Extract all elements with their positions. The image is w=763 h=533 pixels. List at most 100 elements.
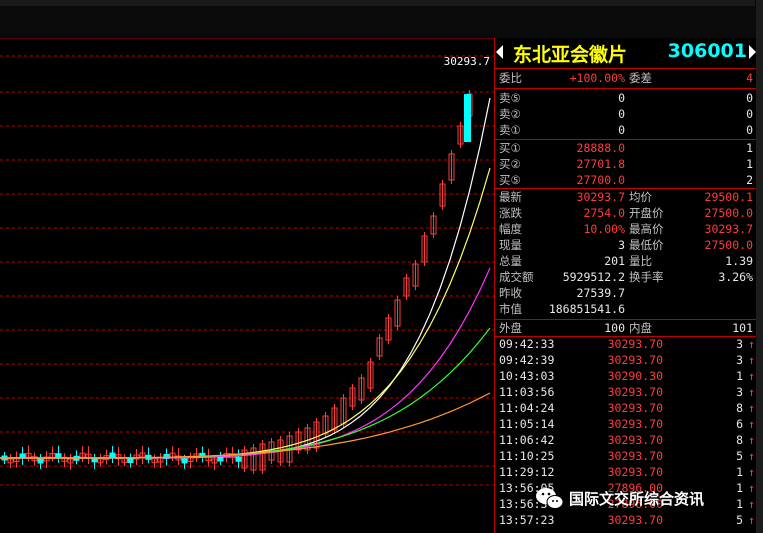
wechat-icon: [536, 488, 564, 509]
bid-volume: 1: [746, 141, 753, 155]
ask-row: 卖① 0 0: [495, 122, 757, 138]
bid-volume: 1: [746, 157, 753, 171]
tick-time: 11:10:25: [499, 449, 555, 463]
market-value-value: 186851541.6: [548, 302, 625, 316]
quote-value: 27500.0: [704, 238, 753, 252]
quote-label: 涨跌: [499, 206, 522, 220]
order-diff-label: 委差: [629, 71, 652, 85]
tick-volume: 8: [736, 433, 743, 447]
outer-label: 外盘: [499, 321, 522, 335]
tick-volume: 1: [736, 369, 743, 383]
tick-volume: 8: [736, 401, 743, 415]
candle-body: [109, 452, 116, 458]
quote-value: 30293.7: [576, 190, 625, 204]
prev-stock-icon[interactable]: [496, 45, 503, 59]
quote-value: 201: [604, 254, 625, 268]
tick-arrow-icon: ↑: [748, 369, 755, 383]
tick-price: 30293.70: [607, 401, 663, 415]
ask-row: 卖⑤ 0 0: [495, 90, 757, 106]
toolbar-strip: [0, 0, 755, 6]
panel-divider: [495, 68, 757, 69]
prev-close-label: 昨收: [499, 286, 522, 300]
tick-volume: 5: [736, 449, 743, 463]
tick-price: 30293.70: [607, 465, 663, 479]
tick-row: 11:29:12 30293.70 1 ↑: [495, 464, 757, 480]
quote-row: 最新 30293.7 均价 29500.1: [495, 189, 757, 205]
right-scrollbar[interactable]: [756, 0, 763, 533]
watermark: 国际文交所综合资讯: [533, 485, 763, 513]
tick-row: 13:57:23 30293.70 5 ↑: [495, 512, 757, 528]
bid-row: 买② 27701.8 1: [495, 156, 757, 172]
quote-label: 换手率: [629, 270, 664, 284]
quote-row: 成交额 5929512.2 换手率 3.26%: [495, 269, 757, 285]
tick-time: 11:05:14: [499, 417, 555, 431]
quote-value: 5929512.2: [562, 270, 625, 284]
tick-volume: 5: [736, 513, 743, 527]
ask-price: 0: [618, 91, 625, 105]
quote-panel: 东北亚会徽片 306001 委比 +100.00% 委差 4 卖⑤ 0 0 卖② 0 0 卖① 0 0 买…: [494, 38, 757, 533]
quote-value: 3: [618, 238, 625, 252]
tick-arrow-icon: ↑: [748, 513, 755, 527]
quote-label: 最新: [499, 190, 522, 204]
tick-row: 11:10:25 30293.70 5 ↑: [495, 448, 757, 464]
ask-label: 卖②: [499, 107, 521, 121]
tick-arrow-icon: ↑: [748, 465, 755, 479]
tick-price: 30293.70: [607, 417, 663, 431]
tick-volume: 3: [736, 385, 743, 399]
order-ratio-label: 委比: [499, 71, 522, 85]
candle-body: [217, 456, 224, 462]
prev-close-value: 27539.7: [576, 286, 625, 300]
tick-row: 11:06:42 30293.70 8 ↑: [495, 432, 757, 448]
tick-time: 13:57:23: [499, 513, 555, 527]
quote-label: 幅度: [499, 222, 522, 236]
tick-volume: 1: [736, 465, 743, 479]
order-diff-value: 4: [746, 71, 753, 85]
tick-row: 11:04:24 30293.70 8 ↑: [495, 400, 757, 416]
tick-row: 10:43:03 30290.30 1 ↑: [495, 368, 757, 384]
quote-row: 涨跌 2754.0 开盘价 27500.0: [495, 205, 757, 221]
outer-inner-row: 外盘 100 内盘 101: [495, 320, 757, 336]
tick-arrow-icon: ↑: [748, 417, 755, 431]
bid-volume: 2: [746, 173, 753, 187]
tick-price: 30293.70: [607, 513, 663, 527]
quote-label: 成交额: [499, 270, 534, 284]
candle-body: [19, 453, 26, 459]
quote-label: 量比: [629, 254, 652, 268]
ask-price: 0: [618, 123, 625, 137]
tick-time: 10:43:03: [499, 369, 555, 383]
tick-arrow-icon: ↑: [748, 385, 755, 399]
tick-volume: 6: [736, 417, 743, 431]
panel-divider: [495, 88, 757, 89]
tick-price: 30293.70: [607, 353, 663, 367]
ma-line-1: [0, 97, 491, 459]
tick-arrow-icon: ↑: [748, 401, 755, 415]
quote-label: 均价: [629, 190, 652, 204]
ask-volume: 0: [746, 107, 753, 121]
ask-volume: 0: [746, 123, 753, 137]
next-stock-icon[interactable]: [749, 45, 756, 59]
inner-value: 101: [732, 321, 753, 335]
tick-price: 30293.70: [607, 385, 663, 399]
ask-label: 卖①: [499, 123, 521, 137]
tick-time: 09:42:33: [499, 337, 555, 351]
quote-value: 30293.7: [704, 222, 753, 236]
ask-row: 卖② 0 0: [495, 106, 757, 122]
tick-arrow-icon: ↑: [748, 337, 755, 351]
tick-row: 09:42:33 30293.70 3 ↑: [495, 336, 757, 352]
tick-price: 30293.70: [607, 433, 663, 447]
ma-line-2: [0, 167, 491, 459]
quote-label: 总量: [499, 254, 522, 268]
candlestick-chart[interactable]: 30293.7: [0, 38, 494, 533]
quote-value: 3.26%: [718, 270, 753, 284]
tick-row: 11:05:14 30293.70 6 ↑: [495, 416, 757, 432]
tick-price: 30290.30: [607, 369, 663, 383]
candle-body: [235, 456, 242, 462]
top-toolbar: [0, 0, 763, 38]
candle-body: [37, 458, 44, 464]
tick-arrow-icon: ↑: [748, 449, 755, 463]
quote-label: 最低价: [629, 238, 664, 252]
market-value-row: 市值 186851541.6: [495, 301, 757, 317]
tick-volume: 3: [736, 353, 743, 367]
tick-time: 11:04:24: [499, 401, 555, 415]
inner-label: 内盘: [629, 321, 652, 335]
